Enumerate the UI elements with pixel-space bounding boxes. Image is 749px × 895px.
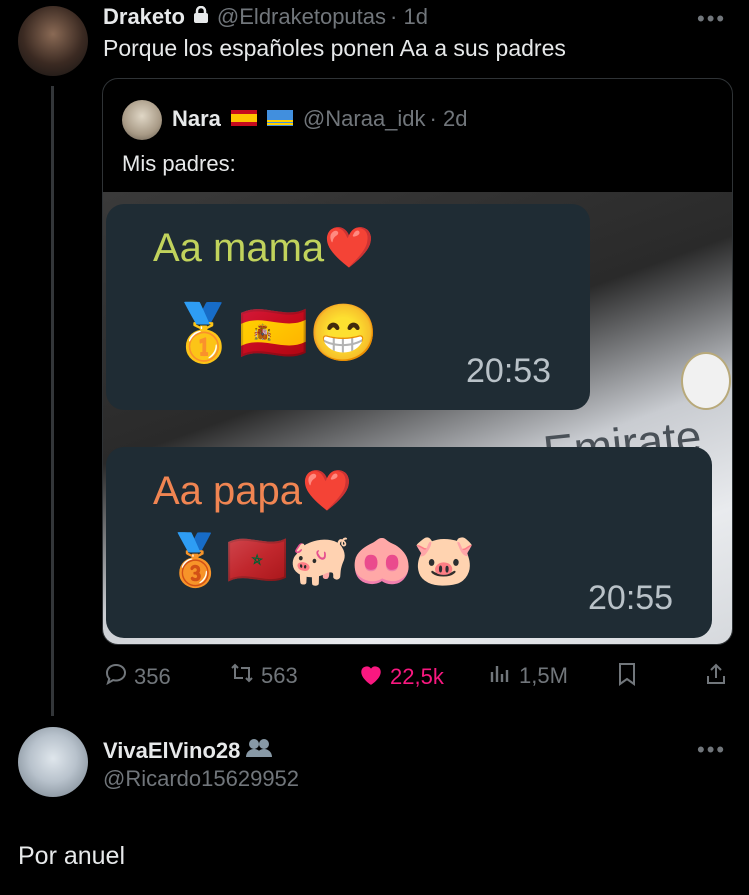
reply-text: Por anuel xyxy=(18,842,126,870)
author-avatar[interactable] xyxy=(18,6,88,76)
reply-author-handle[interactable]: @Ricardo15629952 xyxy=(103,766,299,792)
message-1-text: Aa mama❤️ xyxy=(153,226,374,270)
spain-flag-icon xyxy=(230,106,257,132)
quote-author-avatar xyxy=(122,100,162,140)
share-icon xyxy=(705,662,727,692)
message-2-emojis: 🥉🇲🇦🐖🐽🐷 xyxy=(164,532,476,588)
reply-header: VivaElVino28 xyxy=(103,737,274,765)
affiliate-badge-icon xyxy=(244,737,274,765)
like-count: 22,5k xyxy=(390,664,444,689)
repost-button[interactable]: 563 xyxy=(229,662,298,690)
views-button[interactable]: 1,5M xyxy=(489,662,568,690)
lock-icon xyxy=(193,4,209,30)
chat-bubble-2: Aa papa❤️ 🥉🇲🇦🐖🐽🐷 20:55 xyxy=(106,447,712,638)
views-icon xyxy=(489,662,513,690)
quote-author-name: Nara xyxy=(172,106,221,131)
repost-icon xyxy=(229,662,255,690)
reply-author-avatar[interactable] xyxy=(18,727,88,797)
tweet-header: Draketo @Eldraketoputas · 1d xyxy=(103,4,428,30)
author-name[interactable]: Draketo xyxy=(103,4,185,30)
like-button[interactable]: 22,5k xyxy=(358,662,444,692)
quote-header: Nara @Naraa_idk · 2d xyxy=(172,106,467,132)
heart-icon xyxy=(358,662,384,692)
repost-count: 563 xyxy=(261,663,298,688)
author-handle[interactable]: @Eldraketoputas xyxy=(217,4,386,30)
reply-icon xyxy=(104,662,128,692)
reply-count: 356 xyxy=(134,664,171,689)
message-1-time: 20:53 xyxy=(466,352,552,390)
thread-line xyxy=(51,86,54,716)
reply-more-options-icon[interactable]: ••• xyxy=(697,737,726,763)
views-count: 1,5M xyxy=(519,663,568,688)
crest-shape xyxy=(681,352,731,410)
bookmark-icon xyxy=(617,662,637,692)
quote-text: Mis padres: xyxy=(122,151,236,176)
aruba-flag-icon xyxy=(266,106,293,132)
tweet-time[interactable]: · 1d xyxy=(390,4,428,30)
quote-time: · 2d xyxy=(429,106,468,131)
message-2-text: Aa papa❤️ xyxy=(153,469,352,513)
share-button[interactable] xyxy=(705,662,727,692)
quote-image[interactable]: Emirate Aa mama❤️ 🥇🇪🇸😁 20:53 Aa papa❤️ 🥉… xyxy=(103,192,732,644)
tweet-text: Porque los españoles ponen Aa a sus padr… xyxy=(103,35,566,61)
bookmark-button[interactable] xyxy=(617,662,637,692)
reply-button[interactable]: 356 xyxy=(104,662,171,692)
reply-author-name[interactable]: VivaElVino28 xyxy=(103,738,240,764)
chat-bubble-1: Aa mama❤️ 🥇🇪🇸😁 20:53 xyxy=(106,204,590,410)
quoted-tweet[interactable]: Nara @Naraa_idk · 2d Mis padres: Emirate… xyxy=(102,78,733,645)
more-options-icon[interactable]: ••• xyxy=(697,6,726,32)
quote-author-handle: @Naraa_idk xyxy=(302,106,426,131)
message-2-time: 20:55 xyxy=(588,579,674,617)
message-1-emojis: 🥇🇪🇸😁 xyxy=(169,301,379,364)
